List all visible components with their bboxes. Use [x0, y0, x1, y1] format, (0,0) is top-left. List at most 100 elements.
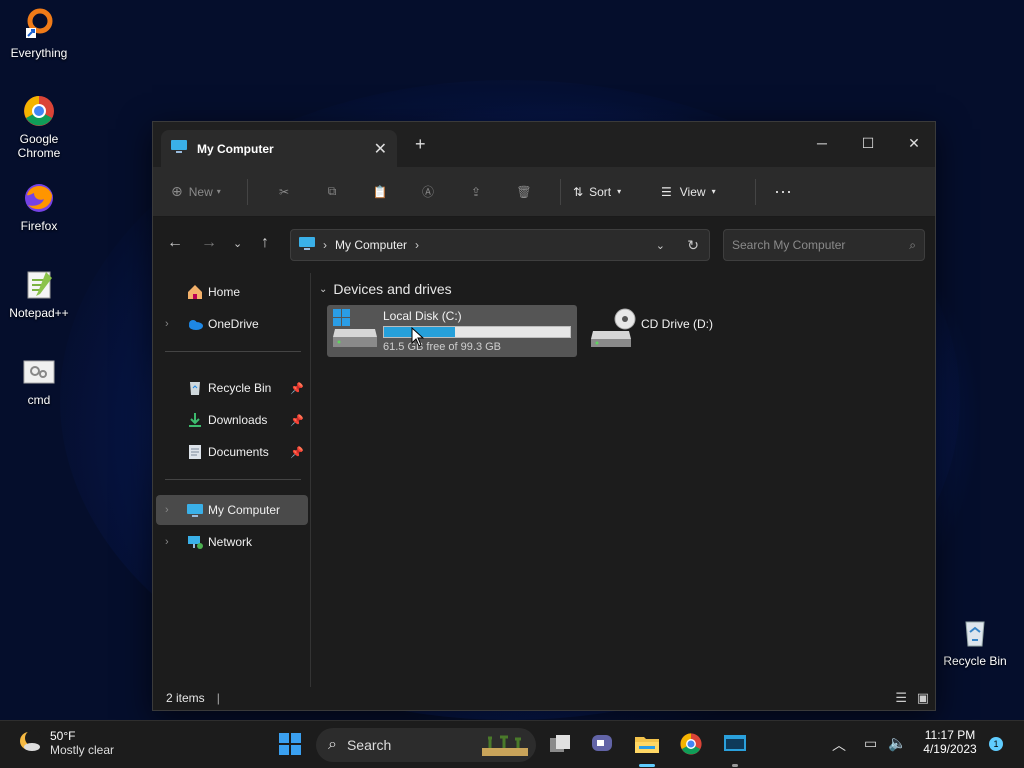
details-view-icon[interactable]: ☰	[895, 690, 907, 706]
delete-button[interactable]: 🗑	[500, 176, 548, 208]
drive-local-disk-c[interactable]: Local Disk (C:) 61.5 GB free of 99.3 GB	[327, 305, 577, 357]
nav-item-home[interactable]: Home	[156, 277, 308, 307]
clipboard-icon: 📋	[372, 184, 388, 199]
notification-count: 1	[993, 739, 999, 749]
refresh-icon[interactable]: ↻	[687, 237, 699, 254]
task-view-button[interactable]	[546, 731, 574, 759]
chevron-down-icon: ▾	[617, 187, 622, 196]
recycle-bin-icon	[958, 616, 992, 650]
nav-item-documents[interactable]: Documents 📌	[156, 437, 308, 467]
start-button[interactable]	[276, 731, 304, 759]
tiles-view-icon[interactable]: ▣	[917, 690, 929, 706]
minimize-button[interactable]: ─	[799, 128, 845, 158]
file-explorer-taskbar-button[interactable]	[633, 731, 661, 767]
breadcrumb-separator-icon[interactable]: ›	[415, 238, 419, 252]
cd-drive-icon	[589, 307, 637, 355]
nav-item-onedrive[interactable]: › OneDrive	[156, 309, 308, 339]
toolbar-divider	[560, 178, 561, 205]
new-button[interactable]: ⊕ New ▾	[171, 176, 235, 208]
more-options-button[interactable]: ···	[768, 176, 798, 208]
maximize-button[interactable]: ☐	[845, 128, 891, 158]
view-button[interactable]: ☰ View ▾	[661, 176, 743, 208]
copy-icon: ⧉	[327, 184, 337, 198]
nav-item-downloads[interactable]: Downloads 📌	[156, 405, 308, 435]
chevron-right-icon[interactable]: ›	[165, 536, 169, 548]
show-hidden-icons-button[interactable]: ︿	[832, 735, 846, 755]
new-tab-button[interactable]: +	[415, 134, 426, 155]
network-status-icon[interactable]: ▭	[864, 735, 877, 752]
volume-icon[interactable]: 🔈	[888, 734, 907, 752]
nav-item-network[interactable]: › Network	[156, 527, 308, 557]
nav-item-recycle-bin[interactable]: Recycle Bin 📌	[156, 373, 308, 403]
status-bar: 2 items | ☰ ▣	[153, 686, 935, 710]
up-button[interactable]: ↑	[261, 234, 269, 252]
close-tab-icon[interactable]: ✕	[374, 139, 387, 159]
search-icon: ⌕	[909, 237, 916, 252]
desktop-icon-firefox[interactable]: Firefox	[1, 181, 77, 233]
chevron-up-icon: ︿	[832, 737, 846, 753]
taskbar-search[interactable]: ⌕ Search	[316, 728, 536, 762]
chevron-right-icon[interactable]: ›	[165, 504, 169, 516]
windows-drive-icon	[331, 307, 379, 355]
arrow-right-icon: →	[201, 234, 217, 251]
drive-cd-d[interactable]: CD Drive (D:)	[585, 305, 725, 357]
group-header[interactable]: ⌄ Devices and drives	[319, 281, 452, 297]
breadcrumb-my-computer[interactable]: My Computer	[335, 238, 407, 252]
recent-locations-button[interactable]: ⌄	[233, 237, 242, 250]
forward-button[interactable]: →	[201, 234, 217, 252]
desktop-icon-recycle-bin[interactable]: Recycle Bin	[937, 616, 1013, 668]
nav-item-label: Home	[208, 285, 241, 299]
scissors-icon: ✂	[278, 184, 290, 199]
breadcrumb-separator-icon: ›	[323, 238, 327, 252]
clock[interactable]: 11:17 PM 4/19/2023	[918, 728, 982, 756]
toolbar-divider	[247, 178, 248, 205]
cloud-icon	[186, 315, 204, 333]
notification-badge[interactable]: 1	[989, 737, 1003, 751]
address-bar[interactable]: › My Computer › ⌄ ↻	[290, 229, 710, 261]
desktop-icon-label: cmd	[27, 393, 51, 407]
folder-icon	[634, 733, 660, 758]
command-bar: ⊕ New ▾ ✂ ⧉ 📋 Ⓐ ⇪ 🗑 ⇅ Sort ▾ ☰ View ▾ ··…	[153, 167, 935, 217]
search-box[interactable]: Search My Computer ⌕	[723, 229, 925, 261]
notepad-plus-plus-icon	[22, 268, 56, 302]
address-dropdown-icon[interactable]: ⌄	[656, 239, 665, 252]
chrome-taskbar-button[interactable]	[677, 731, 705, 759]
taskbar-search-label: Search	[346, 737, 392, 753]
desktop-icon-cmd[interactable]: cmd	[1, 355, 77, 407]
tab-my-computer[interactable]: My Computer ✕	[161, 130, 397, 167]
nav-item-my-computer[interactable]: › My Computer	[156, 495, 308, 525]
nav-item-label: Documents	[208, 445, 269, 459]
pin-icon[interactable]: 📌	[290, 446, 304, 459]
nav-divider	[165, 479, 301, 480]
back-button[interactable]: ←	[167, 234, 183, 252]
weather-widget[interactable]: 50°F Mostly clear	[18, 729, 114, 757]
desktop-icon-notepad-plus-plus[interactable]: Notepad++	[1, 268, 77, 320]
nav-divider	[165, 351, 301, 352]
desktop-icon-label: Firefox	[20, 219, 58, 233]
sort-icon: ⇅	[573, 184, 584, 199]
pin-icon[interactable]: 📌	[290, 414, 304, 427]
desktop-icon-label: Everything	[10, 46, 68, 60]
drive-name: Local Disk (C:)	[383, 309, 462, 323]
paste-button[interactable]: 📋	[356, 176, 404, 208]
plus-circle-icon: ⊕	[171, 183, 183, 199]
navigation-pane: Home › OneDrive Recycle Bin 📌 Downloads …	[153, 273, 311, 687]
rename-button[interactable]: Ⓐ	[404, 176, 452, 208]
view-button-label: View	[679, 184, 706, 199]
nav-item-label: Downloads	[208, 413, 268, 427]
desktop-icon-everything[interactable]: Everything	[1, 8, 77, 60]
share-button[interactable]: ⇪	[452, 176, 500, 208]
teams-chat-button[interactable]	[588, 731, 616, 759]
close-window-button[interactable]: ✕	[891, 128, 937, 158]
nav-item-label: Recycle Bin	[208, 381, 272, 395]
clock-date: 4/19/2023	[923, 742, 977, 756]
desktop-icon-google-chrome[interactable]: Google Chrome	[1, 94, 77, 160]
chevron-right-icon[interactable]: ›	[165, 318, 169, 330]
desktop-icon-label: Recycle Bin	[943, 654, 1007, 668]
copy-button[interactable]: ⧉	[308, 176, 356, 208]
sort-button[interactable]: ⇅ Sort ▾	[573, 176, 649, 208]
terminal-taskbar-button[interactable]	[721, 731, 749, 767]
pin-icon[interactable]: 📌	[290, 382, 304, 395]
cut-button[interactable]: ✂	[260, 176, 308, 208]
title-bar: My Computer ✕ + ─ ☐ ✕	[153, 122, 935, 167]
